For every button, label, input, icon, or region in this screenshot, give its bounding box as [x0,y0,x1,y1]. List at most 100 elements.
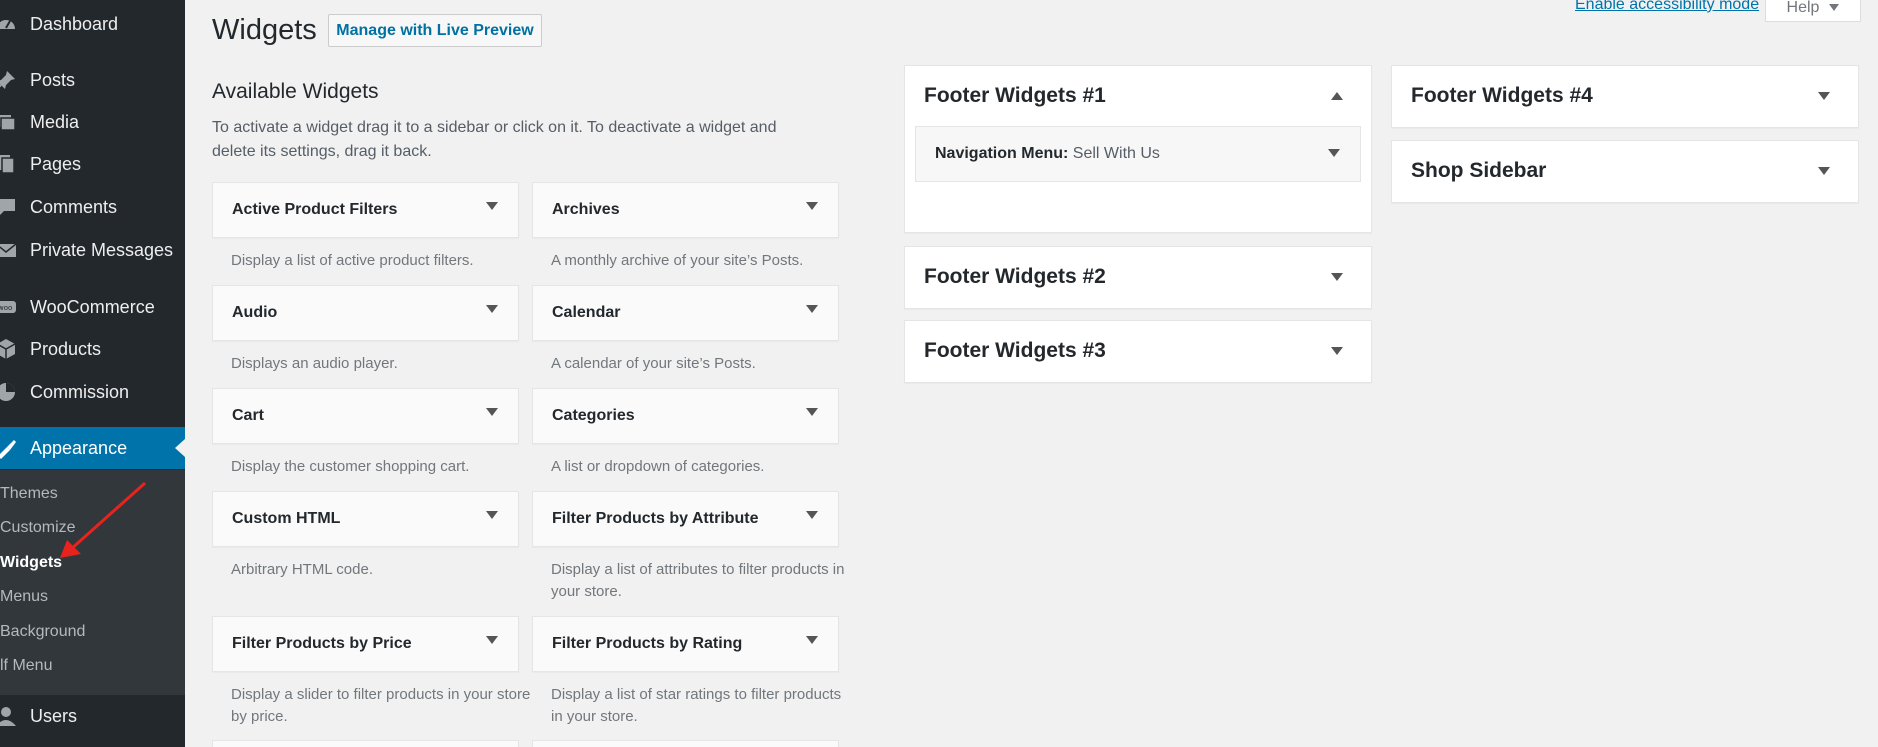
widget-name: Navigation Menu [935,145,1064,162]
help-label: Help [1786,0,1820,16]
widget-next[interactable] [212,740,519,747]
chevron-up-icon[interactable] [1331,92,1343,100]
menu-commission[interactable]: Commission [0,371,185,413]
menu-label: Appearance [30,437,128,458]
menu-pages[interactable]: Pages [0,143,185,185]
chevron-down-icon[interactable] [1328,149,1340,157]
menu-label: Pages [30,153,82,174]
menu-posts[interactable]: Posts [0,59,185,101]
chevron-down-icon[interactable] [486,305,498,313]
widget-title: Navigation Menu: Sell With Us [935,145,1160,163]
menu-media[interactable]: Media [0,101,185,143]
widget-description: A list or dropdown of categories. [551,458,765,475]
widget-navigation-menu[interactable]: Navigation Menu: Sell With Us [915,126,1361,182]
svg-text:woo: woo [0,304,12,312]
brush-icon [0,436,18,460]
widget-audio[interactable]: Audio [212,285,519,341]
chevron-down-icon[interactable] [806,636,818,644]
widget-title: Calendar [552,304,621,321]
pin-icon [0,68,18,92]
widget-active-product-filters[interactable]: Active Product Filters [212,182,519,238]
chevron-down-icon[interactable] [806,408,818,416]
page-title: Widgets [212,14,317,46]
widget-title: Filter Products by Rating [552,635,743,652]
widget-description: Display the customer shopping cart. [231,458,470,475]
menu-label: Private Messages [30,239,174,260]
menu-label: WooCommerce [30,296,155,317]
chevron-down-icon[interactable] [1331,273,1343,281]
widget-title: Custom HTML [232,510,341,527]
chevron-down-icon[interactable] [806,202,818,210]
accessibility-mode-link[interactable]: Enable accessibility mode [1575,0,1759,14]
menu-private-messages[interactable]: Private Messages [0,229,185,271]
area-shop-sidebar[interactable]: Shop Sidebar [1391,140,1859,203]
cube-icon [0,337,18,361]
area-footer-widgets-2[interactable]: Footer Widgets #2 [904,246,1372,309]
widget-title: Archives [552,201,620,218]
envelope-icon [0,238,18,262]
widget-description: Display a slider to filter products in y… [231,686,531,725]
widget-title: Active Product Filters [232,201,398,218]
area-footer-widgets-3[interactable]: Footer Widgets #3 [904,320,1372,383]
widget-title: Audio [232,304,278,321]
submenu-menus[interactable]: Menus [0,588,48,606]
woo-icon: woo [0,295,18,319]
widget-filter-products-by-rating[interactable]: Filter Products by Rating [532,616,839,672]
menu-appearance[interactable]: Appearance [0,427,185,469]
widget-description: A monthly archive of your site’s Posts. [551,252,804,269]
chevron-down-icon[interactable] [1331,347,1343,355]
available-widgets-description: To activate a widget drag it to a sideba… [212,119,777,160]
pie-chart-icon [0,380,18,404]
widget-filter-products-by-price[interactable]: Filter Products by Price [212,616,519,672]
chevron-down-icon[interactable] [486,408,498,416]
help-button[interactable]: Help [1765,0,1861,22]
available-widgets-title: Available Widgets [212,80,379,103]
menu-label: Dashboard [30,13,119,34]
pages-icon [0,152,18,176]
widget-next[interactable] [532,740,839,747]
area-footer-widgets-4[interactable]: Footer Widgets #4 [1391,65,1859,128]
menu-dashboard[interactable]: Dashboard [0,3,185,45]
menu-label: Products [30,338,102,359]
widget-instance-title: Sell With Us [1072,145,1160,162]
dashboard-icon [0,12,18,36]
chevron-down-icon[interactable] [486,511,498,519]
admin-sidebar: Dashboard Posts Media Pages Comments Pri… [0,0,185,747]
user-icon [0,704,18,728]
annotation-arrow-icon [60,481,146,558]
widget-archives[interactable]: Archives [532,182,839,238]
widget-title: Filter Products by Attribute [552,510,759,527]
widget-description: Display a list of active product filters… [231,252,474,269]
submenu-themes[interactable]: Themes [0,485,58,503]
chevron-down-icon[interactable] [1818,92,1830,100]
submenu-lf-menu[interactable]: lf Menu [0,657,52,675]
chevron-down-icon[interactable] [806,305,818,313]
area-title: Footer Widgets #4 [1411,84,1593,107]
menu-label: Posts [30,69,76,90]
widget-cart[interactable]: Cart [212,388,519,444]
submenu-widgets[interactable]: Widgets [0,554,62,572]
chevron-down-icon[interactable] [806,511,818,519]
menu-comments[interactable]: Comments [0,186,185,228]
widget-categories[interactable]: Categories [532,388,839,444]
menu-label: Commission [30,381,130,402]
menu-products[interactable]: Products [0,328,185,370]
menu-label: Users [30,705,78,726]
widget-description: Display a list of star ratings to filter… [551,686,842,725]
menu-woocommerce[interactable]: woo WooCommerce [0,286,185,328]
chevron-down-icon[interactable] [486,636,498,644]
manage-live-preview-button[interactable]: Manage with Live Preview [328,14,542,47]
widget-custom-html[interactable]: Custom HTML [212,491,519,547]
media-icon [0,110,18,134]
chevron-down-icon [1829,4,1840,11]
submenu-background[interactable]: Background [0,623,85,641]
area-title: Footer Widgets #3 [924,339,1106,362]
chevron-down-icon[interactable] [486,202,498,210]
chevron-down-icon[interactable] [1818,167,1830,175]
menu-users[interactable]: Users [0,695,185,737]
widget-filter-products-by-attribute[interactable]: Filter Products by Attribute [532,491,839,547]
widget-calendar[interactable]: Calendar [532,285,839,341]
area-footer-widgets-1[interactable]: Footer Widgets #1 Navigation Menu: Sell … [904,65,1372,233]
widget-description: A calendar of your site’s Posts. [551,355,756,372]
widget-description: Arbitrary HTML code. [231,561,373,578]
